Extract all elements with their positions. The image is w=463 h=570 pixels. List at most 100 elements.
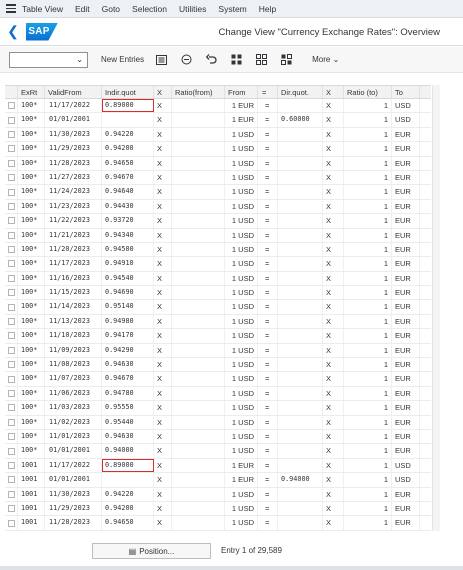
cell-indir-quot[interactable]: 0.94290 — [102, 343, 154, 358]
col-header-ratio-from[interactable]: Ratio(from) — [172, 86, 225, 98]
table-row[interactable]: 100* 11/30/2023 0.94220 X 1 USD = X 1 EUR — [5, 127, 431, 143]
cell-ratio-from[interactable] — [172, 516, 225, 530]
cell-ratio-from[interactable] — [172, 170, 225, 185]
cell-ratio-from[interactable] — [172, 487, 225, 501]
row-select-checkbox[interactable] — [5, 127, 18, 142]
row-select-checkbox[interactable] — [5, 358, 18, 372]
cell-indir-quot[interactable]: 0.94670 — [102, 170, 154, 185]
cell-dir-quot[interactable] — [278, 257, 323, 271]
cell-dir-quot[interactable] — [278, 286, 323, 300]
checkbox-icon[interactable] — [7, 174, 15, 182]
menu-goto[interactable]: Goto — [102, 4, 120, 14]
cell-indir-quot[interactable]: 0.95440 — [102, 415, 154, 429]
col-header-x2[interactable]: X — [323, 86, 344, 98]
cell-indir-quot[interactable]: 0.94220 — [102, 127, 154, 142]
back-icon[interactable]: ❮ — [0, 18, 26, 46]
cell-dir-quot[interactable] — [278, 386, 323, 401]
menu-utilities[interactable]: Utilities — [179, 4, 206, 14]
row-select-checkbox[interactable] — [5, 300, 18, 314]
cell-dir-quot[interactable] — [278, 199, 323, 214]
col-header-x1[interactable]: X — [154, 86, 172, 98]
table-row[interactable]: 100* 11/15/2023 0.94690 X 1 USD = X 1 EUR — [5, 286, 431, 301]
cell-indir-quot[interactable]: 0.94690 — [102, 286, 154, 300]
table-row[interactable]: 100* 11/16/2023 0.94540 X 1 USD = X 1 EUR — [5, 271, 431, 287]
cell-indir-quot[interactable]: 0.89000 — [102, 458, 154, 473]
table-row[interactable]: 100* 11/10/2023 0.94170 X 1 USD = X 1 EUR — [5, 329, 431, 344]
checkbox-icon[interactable] — [7, 303, 15, 311]
cell-dir-quot[interactable] — [278, 401, 323, 415]
cell-ratio-from[interactable] — [172, 401, 225, 415]
new-entries-button[interactable]: New Entries — [101, 55, 144, 64]
variant-dropdown[interactable]: ⌄ — [9, 51, 88, 68]
cell-indir-quot[interactable]: 0.93720 — [102, 214, 154, 228]
checkbox-icon[interactable] — [7, 188, 15, 196]
col-header-valid-from[interactable]: ValidFrom — [45, 86, 102, 98]
table-row[interactable]: 100* 11/28/2023 0.94650 X 1 USD = X 1 EUR — [5, 156, 431, 171]
checkbox-icon[interactable] — [7, 404, 15, 412]
cell-dir-quot[interactable] — [278, 429, 323, 444]
table-row[interactable]: 100* 01/01/2001 0.94000 X 1 USD = X 1 EUR — [5, 444, 431, 459]
cell-indir-quot[interactable]: 0.94980 — [102, 314, 154, 329]
cell-ratio-from[interactable] — [172, 444, 225, 458]
cell-ratio-from[interactable] — [172, 358, 225, 372]
cell-ratio-from[interactable] — [172, 415, 225, 429]
col-header-to[interactable]: To — [392, 86, 420, 98]
cell-indir-quot[interactable]: 0.94340 — [102, 228, 154, 242]
cell-dir-quot[interactable] — [278, 156, 323, 170]
cell-dir-quot[interactable] — [278, 214, 323, 228]
table-row[interactable]: 1001 11/17/2022 0.89000 X 1 EUR = X 1 USD — [5, 458, 431, 474]
cell-indir-quot[interactable]: 0.94220 — [102, 487, 154, 501]
cell-ratio-from[interactable] — [172, 343, 225, 358]
checkbox-icon[interactable] — [7, 130, 15, 138]
checkbox-icon[interactable] — [7, 260, 15, 268]
table-row[interactable]: 100* 11/22/2023 0.93720 X 1 USD = X 1 EUR — [5, 214, 431, 229]
delete-icon[interactable] — [178, 52, 194, 68]
checkbox-icon[interactable] — [7, 375, 15, 383]
cell-ratio-from[interactable] — [172, 156, 225, 170]
menu-system[interactable]: System — [218, 4, 246, 14]
cell-indir-quot[interactable]: 0.94200 — [102, 501, 154, 516]
row-select-checkbox[interactable] — [5, 142, 18, 156]
cell-dir-quot[interactable] — [278, 314, 323, 329]
cell-ratio-from[interactable] — [172, 271, 225, 286]
cell-ratio-from[interactable] — [172, 314, 225, 329]
table-row[interactable]: 100* 11/09/2023 0.94290 X 1 USD = X 1 EUR — [5, 343, 431, 359]
checkbox-icon[interactable] — [7, 418, 15, 426]
row-select-checkbox[interactable] — [5, 473, 18, 487]
row-select-checkbox[interactable] — [5, 113, 18, 127]
col-header-from[interactable]: From — [225, 86, 258, 98]
cell-dir-quot[interactable] — [278, 372, 323, 386]
checkbox-icon[interactable] — [7, 217, 15, 225]
cell-indir-quot[interactable]: 0.94630 — [102, 358, 154, 372]
cell-dir-quot[interactable] — [278, 458, 323, 473]
checkbox-icon[interactable] — [7, 231, 15, 239]
col-header-dir-quot[interactable]: Dir.quot. — [278, 86, 323, 98]
cell-indir-quot[interactable]: 0.94910 — [102, 257, 154, 271]
row-select-checkbox[interactable] — [5, 286, 18, 300]
cell-ratio-from[interactable] — [172, 228, 225, 242]
cell-ratio-from[interactable] — [172, 300, 225, 314]
cell-ratio-from[interactable] — [172, 257, 225, 271]
cell-dir-quot[interactable] — [278, 300, 323, 314]
checkbox-icon[interactable] — [7, 202, 15, 210]
table-row[interactable]: 1001 01/01/2001 X 1 EUR = 0.94000 X 1 USD — [5, 473, 431, 488]
checkbox-icon[interactable] — [7, 159, 15, 167]
checkbox-icon[interactable] — [7, 476, 15, 484]
select-all-column[interactable] — [5, 86, 18, 98]
table-row[interactable]: 100* 11/29/2023 0.94200 X 1 USD = X 1 EUR — [5, 142, 431, 157]
cell-ratio-from[interactable] — [172, 99, 225, 113]
checkbox-icon[interactable] — [7, 519, 15, 527]
checkbox-icon[interactable] — [7, 274, 15, 282]
select-block-icon[interactable] — [278, 52, 294, 68]
menu-icon[interactable] — [0, 0, 22, 18]
table-row[interactable]: 100* 11/07/2023 0.94670 X 1 USD = X 1 EUR — [5, 372, 431, 387]
cell-indir-quot[interactable]: 0.94650 — [102, 516, 154, 530]
cell-dir-quot[interactable] — [278, 99, 323, 113]
table-row[interactable]: 100* 11/08/2023 0.94630 X 1 USD = X 1 EUR — [5, 358, 431, 373]
cell-indir-quot[interactable] — [102, 473, 154, 487]
cell-indir-quot[interactable]: 0.94200 — [102, 142, 154, 156]
cell-dir-quot[interactable] — [278, 228, 323, 242]
menu-table-view[interactable]: Table View — [22, 4, 63, 14]
table-row[interactable]: 100* 01/01/2001 X 1 EUR = 0.60000 X 1 USD — [5, 113, 431, 128]
cell-dir-quot[interactable] — [278, 487, 323, 501]
